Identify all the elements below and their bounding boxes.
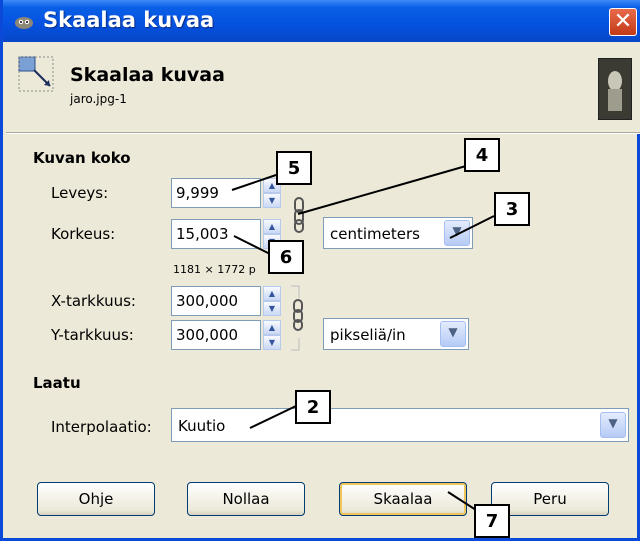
help-button[interactable]: Ohje (37, 482, 155, 516)
height-spinner[interactable]: 15,003 ▲ ▼ (171, 219, 281, 249)
callout-3: 3 (494, 192, 530, 226)
spin-up-icon[interactable]: ▲ (263, 286, 281, 301)
scale-tool-icon (18, 56, 54, 92)
reset-button[interactable]: Nollaa (187, 482, 305, 516)
height-field[interactable]: 15,003 (171, 219, 261, 249)
callout-4-number: 4 (475, 145, 489, 166)
xres-spinner[interactable]: 300,000 ▲ ▼ (171, 286, 281, 316)
interpolation-value: Kuutio (178, 417, 226, 435)
gimp-icon (15, 17, 33, 29)
scale-button-label: Skaalaa (373, 490, 433, 508)
xres-field[interactable]: 300,000 (171, 286, 261, 316)
interpolation-dropdown[interactable]: ▼ (600, 412, 626, 438)
interpolation-select[interactable]: Kuutio ▼ (171, 408, 629, 442)
chain-link-icon[interactable] (292, 196, 306, 236)
interpolation-label: Interpolaatio: (51, 418, 152, 436)
header-title: Skaalaa kuvaa (70, 64, 225, 86)
yres-label: Y-tarkkuus: (51, 326, 134, 344)
reset-button-label: Nollaa (222, 490, 270, 508)
scale-button[interactable]: Skaalaa (339, 482, 467, 516)
unit-select-value: centimeters (330, 225, 420, 243)
spin-down-icon[interactable]: ▼ (263, 193, 281, 208)
spin-down-icon[interactable]: ▼ (263, 335, 281, 350)
help-button-label: Ohje (78, 490, 114, 508)
width-field[interactable]: 9,999 (171, 178, 261, 208)
spin-up-icon[interactable]: ▲ (263, 219, 281, 234)
spin-up-icon[interactable]: ▲ (263, 320, 281, 335)
callout-7-number: 7 (485, 511, 499, 532)
xres-spin-arrows[interactable]: ▲ ▼ (263, 286, 281, 316)
close-icon: ✕ (613, 9, 633, 34)
width-label: Leveys: (51, 184, 109, 202)
callout-3-number: 3 (505, 199, 519, 220)
title-bar[interactable]: Skaalaa kuvaa ✕ (3, 0, 640, 42)
callout-2-number: 2 (306, 397, 320, 418)
chevron-down-icon: ▼ (452, 224, 462, 238)
callout-5-number: 5 (287, 158, 301, 179)
window-title: Skaalaa kuvaa (43, 8, 215, 32)
callout-6-number: 6 (279, 247, 293, 268)
spin-down-icon[interactable]: ▼ (263, 301, 281, 316)
unit-select[interactable]: centimeters ▼ (323, 217, 473, 249)
width-spinner[interactable]: 9,999 ▲ ▼ (171, 178, 281, 208)
callout-4: 4 (464, 138, 500, 172)
xres-label: X-tarkkuus: (51, 292, 136, 310)
quality-heading: Laatu (33, 374, 81, 392)
chevron-down-icon: ▼ (448, 325, 458, 339)
unit-dropdown-button[interactable]: ▼ (444, 220, 470, 246)
yres-spin-arrows[interactable]: ▲ ▼ (263, 320, 281, 350)
callout-2: 2 (295, 390, 331, 424)
pixel-size-info: 1181 × 1772 p (173, 263, 256, 276)
height-label: Korkeus: (51, 225, 116, 243)
image-size-heading: Kuvan koko (33, 149, 131, 167)
resolution-unit-value: pikseliä/in (330, 326, 406, 344)
yres-field[interactable]: 300,000 (171, 320, 261, 350)
close-button[interactable]: ✕ (609, 8, 637, 36)
header-separator-highlight (6, 133, 640, 134)
callout-6: 6 (268, 240, 304, 274)
resolution-unit-dropdown[interactable]: ▼ (440, 321, 466, 347)
callout-5: 5 (276, 151, 312, 185)
chevron-down-icon: ▼ (608, 416, 618, 430)
header-subtitle: jaro.jpg-1 (70, 92, 127, 106)
resolution-unit-select[interactable]: pikseliä/in ▼ (323, 318, 469, 350)
image-thumbnail (598, 58, 632, 120)
callout-7: 7 (474, 504, 510, 538)
resolution-chain-icon[interactable] (289, 284, 307, 354)
dialog-header: Skaalaa kuvaa jaro.jpg-1 (6, 42, 640, 132)
dialog-window: Skaalaa kuvaa ✕ Skaalaa kuvaa jaro.jpg-1… (0, 0, 640, 541)
yres-spinner[interactable]: 300,000 ▲ ▼ (171, 320, 281, 350)
